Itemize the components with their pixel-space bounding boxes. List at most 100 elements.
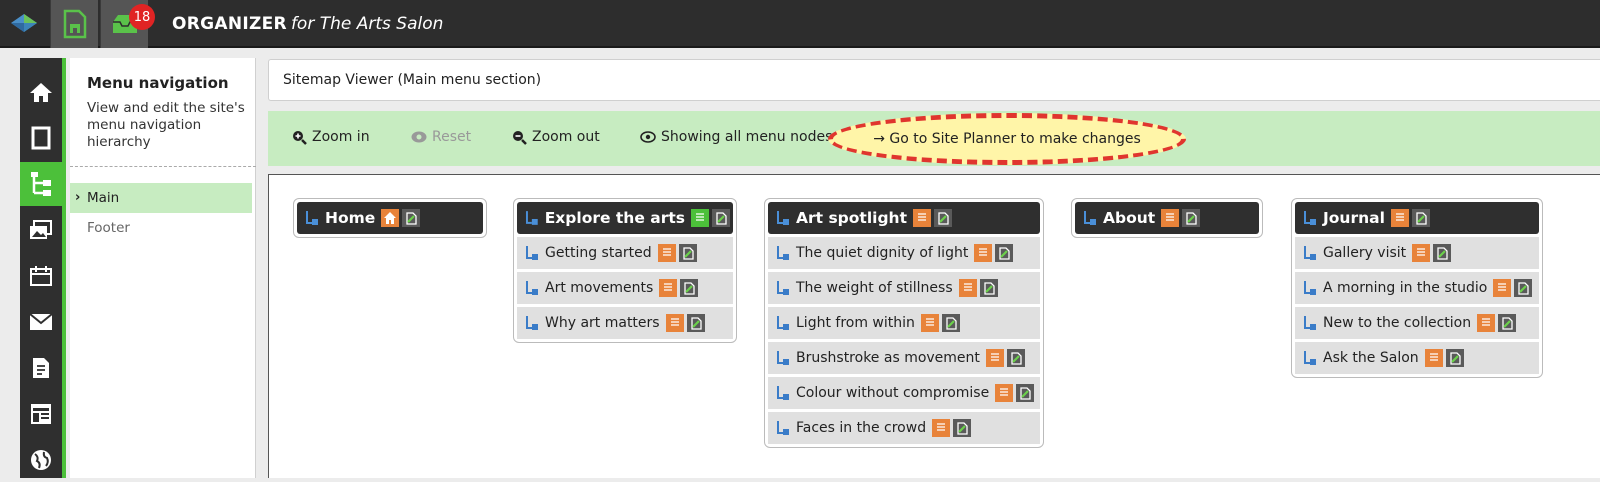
menu-node-row[interactable]: The weight of stillness: [768, 272, 1040, 304]
page-icon[interactable]: [974, 244, 993, 262]
menu-card-header[interactable]: Art spotlight: [768, 202, 1040, 234]
page-icon[interactable]: [985, 349, 1004, 367]
tree-node-icon: [777, 351, 789, 365]
edit-link-icon[interactable]: [402, 209, 421, 227]
menu-card: Journal Gallery visit A morning in the stu…: [1291, 198, 1543, 378]
page-icon[interactable]: [1161, 209, 1180, 227]
rail-layout[interactable]: [20, 392, 62, 436]
edit-link-icon[interactable]: [1498, 314, 1517, 332]
zoom-in-icon: [293, 130, 307, 145]
menu-card-header[interactable]: Explore the arts: [517, 202, 733, 234]
menu-card-header[interactable]: About: [1075, 202, 1259, 234]
menu-node-row[interactable]: Faces in the crowd: [768, 412, 1040, 444]
inbox-button[interactable]: 18: [100, 0, 155, 48]
edit-link-icon[interactable]: [1445, 349, 1464, 367]
page-icon[interactable]: [932, 419, 951, 437]
menu-node-row[interactable]: A morning in the studio: [1295, 272, 1539, 304]
edit-link-icon[interactable]: [680, 279, 699, 297]
edit-link-icon[interactable]: [1411, 209, 1430, 227]
media-icon: [30, 220, 52, 239]
nav-title: Menu navigation: [87, 74, 229, 92]
page-icon[interactable]: [1412, 244, 1431, 262]
menu-card-header[interactable]: Journal: [1295, 202, 1539, 234]
rail-home[interactable]: [20, 70, 62, 114]
zoom-out-label: Zoom out: [532, 129, 600, 145]
page-icon[interactable]: [659, 279, 678, 297]
menu-node-label: Colour without compromise: [796, 385, 990, 401]
menu-node-row[interactable]: Why art matters: [517, 307, 733, 339]
tree-node-icon: [1304, 316, 1316, 330]
edit-link-icon[interactable]: [1016, 384, 1035, 402]
home-page-icon[interactable]: [381, 209, 400, 227]
page-icon[interactable]: [1390, 209, 1409, 227]
app-title: ORGANIZER for The Arts Salon: [172, 14, 443, 34]
menu-card-header[interactable]: Home: [297, 202, 483, 234]
edit-link-icon[interactable]: [678, 244, 697, 262]
tree-node-icon: [777, 386, 789, 400]
page-icon[interactable]: [665, 314, 684, 332]
reset-button[interactable]: Reset: [411, 129, 471, 145]
zoom-out-icon: [513, 130, 527, 145]
site-planner-link[interactable]: → Go to Site Planner to make changes: [828, 113, 1186, 165]
eye-icon: [411, 131, 427, 143]
menu-node-row[interactable]: Brushstroke as movement: [768, 342, 1040, 374]
menu-node-label: Brushstroke as movement: [796, 350, 980, 366]
menu-node-row[interactable]: Light from within: [768, 307, 1040, 339]
edit-link-icon[interactable]: [1514, 279, 1533, 297]
chevron-right-icon: ›: [75, 190, 81, 205]
zoom-out-button[interactable]: Zoom out: [512, 129, 600, 145]
menu-node-row[interactable]: New to the collection: [1295, 307, 1539, 339]
menu-node-row[interactable]: Ask the Salon: [1295, 342, 1539, 374]
tree-node-icon: [1084, 211, 1096, 225]
show-all-nodes-toggle[interactable]: Showing all menu nodes: [640, 129, 832, 145]
menu-node-label: The weight of stillness: [796, 280, 953, 296]
edit-link-icon[interactable]: [953, 419, 972, 437]
menu-node-row[interactable]: The quiet dignity of light: [768, 237, 1040, 269]
menu-card-title: Explore the arts: [544, 209, 685, 227]
rail-globe[interactable]: [20, 438, 62, 482]
page-icon[interactable]: [1424, 349, 1443, 367]
edit-link-icon[interactable]: [941, 314, 960, 332]
zoom-in-button[interactable]: Zoom in: [292, 129, 370, 145]
page-icon[interactable]: [920, 314, 939, 332]
nav-item-label: Footer: [87, 220, 130, 236]
rail-calendar[interactable]: [20, 254, 62, 298]
edit-link-icon[interactable]: [1006, 349, 1025, 367]
edit-link-icon[interactable]: [1182, 209, 1201, 227]
menu-node-label: Ask the Salon: [1323, 350, 1419, 366]
page-icon[interactable]: [995, 384, 1014, 402]
rail-media[interactable]: [20, 208, 62, 252]
page-icon[interactable]: [913, 209, 931, 227]
menu-card-title: Home: [325, 209, 376, 227]
nav-item-main[interactable]: › Main: [70, 183, 252, 213]
menu-node-row[interactable]: Getting started: [517, 237, 733, 269]
green-page-icon[interactable]: [691, 209, 709, 227]
edit-link-icon[interactable]: [712, 209, 730, 227]
nav-item-footer[interactable]: Footer: [70, 213, 252, 243]
eye-icon: [640, 131, 656, 143]
menu-card: Art spotlight The quiet dignity of light T…: [764, 198, 1044, 448]
page-icon[interactable]: [1477, 314, 1496, 332]
menu-node-row[interactable]: Colour without compromise: [768, 377, 1040, 409]
calendar-icon: [30, 266, 52, 286]
edit-link-icon[interactable]: [934, 209, 952, 227]
menu-node-row[interactable]: Art movements: [517, 272, 733, 304]
menu-node-label: New to the collection: [1323, 315, 1472, 331]
edit-link-icon[interactable]: [995, 244, 1014, 262]
page-icon[interactable]: [958, 279, 977, 297]
page-icon[interactable]: [1493, 279, 1512, 297]
page-icon[interactable]: [657, 244, 676, 262]
edit-link-icon[interactable]: [1433, 244, 1452, 262]
edit-link-icon[interactable]: [979, 279, 998, 297]
rail-mail[interactable]: [20, 300, 62, 344]
sitemap-toolbar: Zoom in Reset Zoom out Showing all menu …: [268, 111, 1600, 166]
edit-link-icon[interactable]: [686, 314, 705, 332]
app-logo-icon[interactable]: [0, 0, 48, 48]
site-document-button[interactable]: [50, 0, 98, 48]
rail-pages[interactable]: [20, 116, 62, 160]
nav-divider: [70, 166, 256, 167]
rail-sitemap[interactable]: [20, 162, 62, 206]
menu-node-row[interactable]: Gallery visit: [1295, 237, 1539, 269]
rail-forms[interactable]: [20, 346, 62, 390]
reset-label: Reset: [432, 129, 472, 145]
